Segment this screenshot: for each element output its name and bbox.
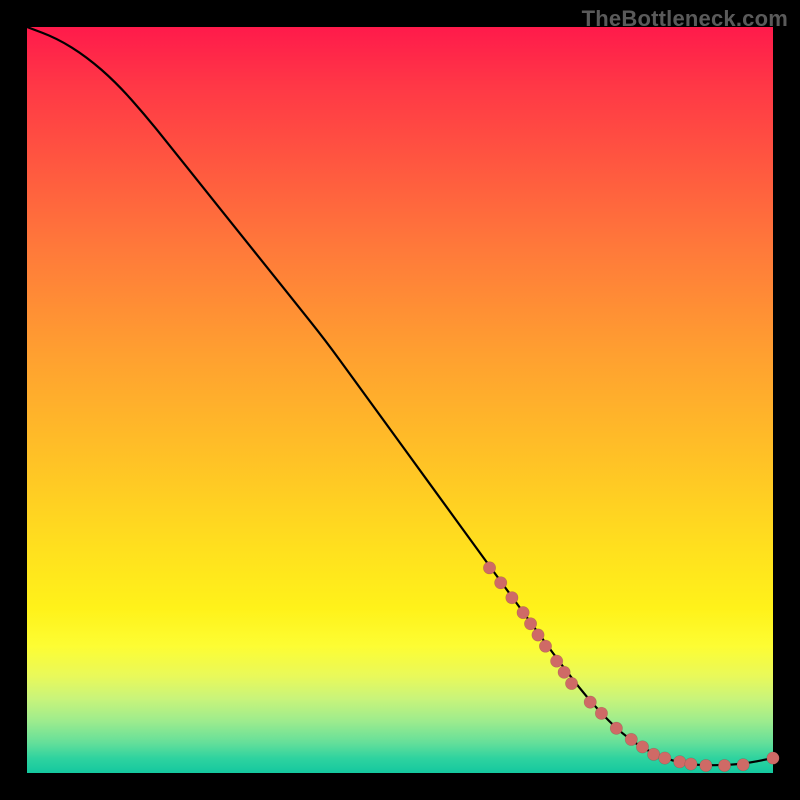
chart-frame [27, 27, 773, 773]
data-marker [659, 752, 671, 764]
marker-group [483, 562, 779, 772]
data-marker [550, 655, 562, 667]
data-marker [483, 562, 495, 574]
data-marker [737, 759, 749, 771]
data-marker [700, 759, 712, 771]
data-marker [718, 759, 730, 771]
data-marker [532, 629, 544, 641]
data-marker [610, 722, 622, 734]
data-marker [539, 640, 551, 652]
data-marker [517, 606, 529, 618]
data-marker [674, 756, 686, 768]
data-marker [636, 741, 648, 753]
data-marker [685, 758, 697, 770]
chart-svg [27, 27, 773, 773]
watermark-text: TheBottleneck.com [582, 6, 788, 32]
data-marker [625, 733, 637, 745]
data-marker [647, 748, 659, 760]
data-marker [595, 707, 607, 719]
data-marker [524, 618, 536, 630]
data-marker [767, 752, 779, 764]
data-marker [506, 591, 518, 603]
data-marker [558, 666, 570, 678]
curve-path [27, 27, 773, 765]
data-marker [495, 577, 507, 589]
data-marker [565, 677, 577, 689]
data-marker [584, 696, 596, 708]
